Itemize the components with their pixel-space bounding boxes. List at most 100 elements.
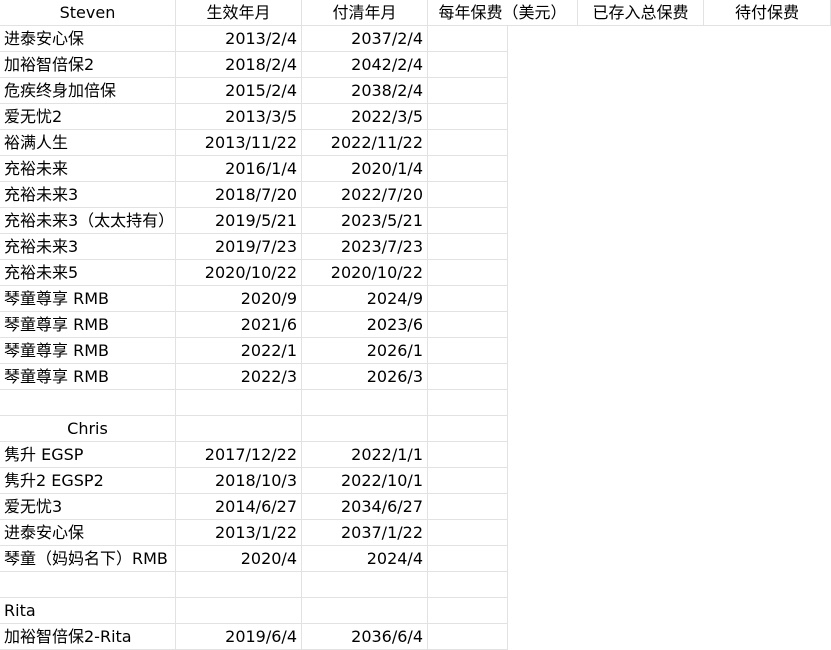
cell-annual-premium[interactable] xyxy=(428,182,508,208)
cell-paid-off-date[interactable]: 2042/2/4 xyxy=(302,52,428,78)
cell-paid-off-date[interactable] xyxy=(302,572,428,598)
cell-policy-name[interactable]: 充裕未来3（太太持有） xyxy=(0,208,176,234)
cell-paid-off-date[interactable]: 2038/2/4 xyxy=(302,78,428,104)
cell-annual-premium[interactable] xyxy=(428,312,508,338)
cell-start-date[interactable] xyxy=(176,390,302,416)
cell-start-date[interactable]: 2013/3/5 xyxy=(176,104,302,130)
cell-annual-premium[interactable] xyxy=(428,338,508,364)
cell-paid-off-date[interactable]: 2024/9 xyxy=(302,286,428,312)
cell-start-date[interactable] xyxy=(176,416,302,442)
cell-policy-name[interactable]: 隽升2 EGSP2 xyxy=(0,468,176,494)
cell-start-date[interactable]: 2020/10/22 xyxy=(176,260,302,286)
cell-annual-premium[interactable] xyxy=(428,286,508,312)
cell-paid-off-date[interactable]: 2022/10/1 xyxy=(302,468,428,494)
cell-annual-premium[interactable] xyxy=(428,390,508,416)
cell-annual-premium[interactable] xyxy=(428,260,508,286)
cell-annual-premium[interactable] xyxy=(428,468,508,494)
cell-start-date[interactable]: 2018/10/3 xyxy=(176,468,302,494)
cell-annual-premium[interactable] xyxy=(428,156,508,182)
cell-annual-premium[interactable] xyxy=(428,26,508,52)
cell-start-date[interactable]: 2013/11/22 xyxy=(176,130,302,156)
cell-policy-name[interactable]: 进泰安心保 xyxy=(0,520,176,546)
cell-policy-name[interactable]: 琴童（妈妈名下）RMB xyxy=(0,546,176,572)
cell-policy-name[interactable]: Rita xyxy=(0,598,176,624)
cell-start-date[interactable]: 2013/2/4 xyxy=(176,26,302,52)
cell-policy-name[interactable]: Chris xyxy=(0,416,176,442)
cell-start-date[interactable] xyxy=(176,598,302,624)
cell-policy-name[interactable]: 加裕智倍保2-Rita xyxy=(0,624,176,650)
cell-start-date[interactable]: 2018/7/20 xyxy=(176,182,302,208)
cell-start-date[interactable]: 2020/9 xyxy=(176,286,302,312)
cell-start-date[interactable]: 2020/4 xyxy=(176,546,302,572)
cell-paid-off-date[interactable]: 2034/6/27 xyxy=(302,494,428,520)
cell-policy-name[interactable]: 琴童尊享 RMB xyxy=(0,312,176,338)
cell-paid-off-date[interactable]: 2022/7/20 xyxy=(302,182,428,208)
cell-annual-premium[interactable] xyxy=(428,52,508,78)
cell-policy-name[interactable]: 爱无忧3 xyxy=(0,494,176,520)
cell-annual-premium[interactable] xyxy=(428,494,508,520)
cell-paid-off-date[interactable]: 2023/5/21 xyxy=(302,208,428,234)
cell-paid-off-date[interactable]: 2037/1/22 xyxy=(302,520,428,546)
cell-start-date[interactable]: 2015/2/4 xyxy=(176,78,302,104)
cell-paid-off-date[interactable]: 2026/1 xyxy=(302,338,428,364)
cell-annual-premium[interactable] xyxy=(428,364,508,390)
cell-annual-premium[interactable] xyxy=(428,572,508,598)
cell-annual-premium[interactable] xyxy=(428,598,508,624)
cell-start-date[interactable]: 2022/3 xyxy=(176,364,302,390)
cell-annual-premium[interactable] xyxy=(428,416,508,442)
cell-annual-premium[interactable] xyxy=(428,130,508,156)
header-cell-annual-premium[interactable]: 每年保费（美元） xyxy=(428,0,578,26)
cell-start-date[interactable]: 2019/7/23 xyxy=(176,234,302,260)
cell-policy-name[interactable]: 充裕未来 xyxy=(0,156,176,182)
cell-paid-off-date[interactable]: 2022/3/5 xyxy=(302,104,428,130)
header-cell-name[interactable]: Steven xyxy=(0,0,176,26)
header-cell-deposited-total[interactable]: 已存入总保费 xyxy=(578,0,704,26)
cell-paid-off-date[interactable]: 2024/4 xyxy=(302,546,428,572)
cell-start-date[interactable]: 2019/5/21 xyxy=(176,208,302,234)
cell-paid-off-date[interactable]: 2036/6/4 xyxy=(302,624,428,650)
cell-policy-name[interactable]: 隽升 EGSP xyxy=(0,442,176,468)
cell-paid-off-date[interactable]: 2022/1/1 xyxy=(302,442,428,468)
cell-paid-off-date[interactable]: 2020/1/4 xyxy=(302,156,428,182)
cell-start-date[interactable]: 2021/6 xyxy=(176,312,302,338)
cell-policy-name[interactable]: 充裕未来3 xyxy=(0,234,176,260)
cell-start-date[interactable] xyxy=(176,572,302,598)
cell-policy-name[interactable]: 爱无忧2 xyxy=(0,104,176,130)
cell-start-date[interactable]: 2022/1 xyxy=(176,338,302,364)
header-cell-paid-off[interactable]: 付清年月 xyxy=(302,0,428,26)
cell-paid-off-date[interactable]: 2023/6 xyxy=(302,312,428,338)
cell-start-date[interactable]: 2018/2/4 xyxy=(176,52,302,78)
cell-start-date[interactable]: 2019/6/4 xyxy=(176,624,302,650)
cell-policy-name[interactable]: 加裕智倍保2 xyxy=(0,52,176,78)
cell-start-date[interactable]: 2016/1/4 xyxy=(176,156,302,182)
cell-paid-off-date[interactable]: 2023/7/23 xyxy=(302,234,428,260)
cell-start-date[interactable]: 2014/6/27 xyxy=(176,494,302,520)
cell-policy-name[interactable]: 危疾终身加倍保 xyxy=(0,78,176,104)
cell-paid-off-date[interactable]: 2020/10/22 xyxy=(302,260,428,286)
cell-policy-name[interactable]: 充裕未来5 xyxy=(0,260,176,286)
cell-annual-premium[interactable] xyxy=(428,520,508,546)
cell-annual-premium[interactable] xyxy=(428,78,508,104)
header-cell-pending[interactable]: 待付保费 xyxy=(704,0,831,26)
cell-policy-name[interactable]: 充裕未来3 xyxy=(0,182,176,208)
cell-policy-name[interactable]: 琴童尊享 RMB xyxy=(0,364,176,390)
cell-annual-premium[interactable] xyxy=(428,442,508,468)
cell-policy-name[interactable]: 琴童尊享 RMB xyxy=(0,286,176,312)
cell-paid-off-date[interactable] xyxy=(302,390,428,416)
cell-annual-premium[interactable] xyxy=(428,208,508,234)
cell-policy-name[interactable] xyxy=(0,572,176,598)
cell-paid-off-date[interactable]: 2026/3 xyxy=(302,364,428,390)
cell-policy-name[interactable] xyxy=(0,390,176,416)
cell-annual-premium[interactable] xyxy=(428,104,508,130)
cell-paid-off-date[interactable] xyxy=(302,598,428,624)
cell-policy-name[interactable]: 进泰安心保 xyxy=(0,26,176,52)
cell-paid-off-date[interactable]: 2037/2/4 xyxy=(302,26,428,52)
cell-policy-name[interactable]: 裕满人生 xyxy=(0,130,176,156)
header-cell-start[interactable]: 生效年月 xyxy=(176,0,302,26)
cell-policy-name[interactable]: 琴童尊享 RMB xyxy=(0,338,176,364)
cell-start-date[interactable]: 2013/1/22 xyxy=(176,520,302,546)
cell-paid-off-date[interactable] xyxy=(302,416,428,442)
cell-annual-premium[interactable] xyxy=(428,624,508,650)
cell-start-date[interactable]: 2017/12/22 xyxy=(176,442,302,468)
cell-annual-premium[interactable] xyxy=(428,546,508,572)
